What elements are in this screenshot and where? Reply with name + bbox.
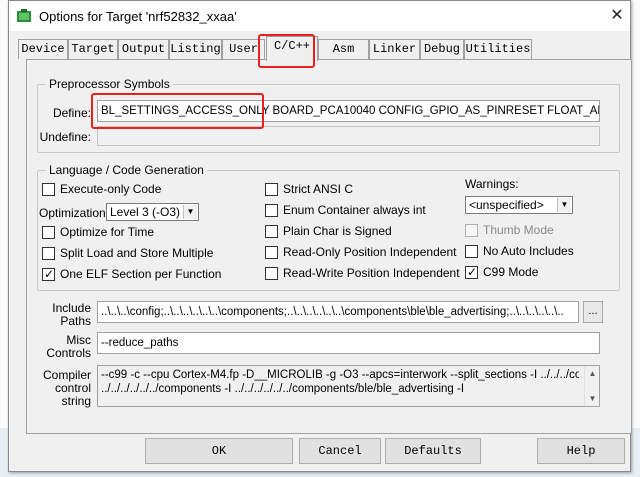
- language-group-title: Language / Code Generation: [46, 163, 207, 177]
- optimize-for-time-label: Optimize for Time: [60, 225, 155, 239]
- one-elf-section-label: One ELF Section per Function: [60, 267, 222, 281]
- warnings-label: Warnings:: [465, 177, 519, 191]
- tab-target[interactable]: Target: [68, 39, 118, 59]
- title-bar: Options for Target 'nrf52832_xxaa' ✕: [9, 1, 630, 31]
- include-paths-label-line1: Include: [52, 301, 91, 315]
- define-label: Define:: [52, 106, 91, 120]
- include-paths-label-line2: Paths: [60, 314, 91, 328]
- tab-linker[interactable]: Linker: [369, 39, 420, 59]
- tab-device[interactable]: Device: [18, 39, 68, 59]
- c99-mode-checkbox[interactable]: ✓: [465, 265, 478, 279]
- c99-mode-label: C99 Mode: [483, 265, 539, 279]
- tab-cc[interactable]: C/C++: [266, 36, 318, 61]
- plain-char-signed-label: Plain Char is Signed: [283, 224, 392, 238]
- check-icon: ✓: [467, 265, 478, 279]
- execute-only-checkbox[interactable]: [42, 183, 55, 196]
- check-icon: ✓: [44, 267, 55, 281]
- misc-controls-input[interactable]: --reduce_paths: [97, 332, 600, 354]
- ro-position-independent-checkbox[interactable]: [265, 246, 278, 259]
- include-paths-input[interactable]: ..\..\..\config;..\..\..\..\..\..\compon…: [97, 301, 579, 323]
- tab-debug[interactable]: Debug: [420, 39, 464, 59]
- cancel-button[interactable]: Cancel: [299, 438, 381, 464]
- tab-listing[interactable]: Listing: [169, 39, 222, 59]
- strict-ansi-label: Strict ANSI C: [283, 182, 354, 196]
- tab-utilities[interactable]: Utilities: [464, 39, 532, 59]
- enum-container-label: Enum Container always int: [283, 203, 426, 217]
- no-auto-includes-checkbox[interactable]: [465, 245, 478, 258]
- thumb-mode-checkbox[interactable]: [465, 224, 478, 237]
- enum-container-checkbox[interactable]: [265, 204, 278, 217]
- warnings-value: <unspecified>: [469, 198, 544, 212]
- window-title: Options for Target 'nrf52832_xxaa': [39, 9, 237, 24]
- include-paths-browse-button[interactable]: ...: [583, 301, 603, 323]
- ok-button[interactable]: OK: [145, 438, 293, 464]
- tab-user[interactable]: User: [222, 39, 265, 59]
- options-dialog: Options for Target 'nrf52832_xxaa' ✕ Dev…: [8, 0, 632, 472]
- optimization-select[interactable]: Level 3 (-O3) ▼: [106, 203, 199, 221]
- scroll-up-icon[interactable]: ▲: [585, 366, 599, 381]
- compiler-control-label-line1: Compiler: [42, 368, 91, 382]
- no-auto-includes-label: No Auto Includes: [483, 244, 574, 258]
- misc-controls-label-line1: Misc: [66, 333, 91, 347]
- split-load-store-checkbox[interactable]: [42, 247, 55, 260]
- compiler-control-line2: ../../../../../../components -I ../../..…: [101, 383, 465, 395]
- chevron-down-icon: ▼: [183, 205, 197, 219]
- strict-ansi-checkbox[interactable]: [265, 183, 278, 196]
- compiler-control-scrollbar[interactable]: ▲ ▼: [584, 366, 599, 406]
- plain-char-signed-checkbox[interactable]: [265, 225, 278, 238]
- warnings-select[interactable]: <unspecified> ▼: [465, 196, 573, 214]
- rw-position-independent-checkbox[interactable]: [265, 267, 278, 280]
- compiler-control-label-line2: control: [54, 381, 91, 395]
- compiler-control-string[interactable]: --c99 -c --cpu Cortex-M4.fp -D__MICROLIB…: [97, 365, 600, 407]
- help-button[interactable]: Help: [537, 438, 625, 464]
- compiler-control-line1: --c99 -c --cpu Cortex-M4.fp -D__MICROLIB…: [101, 369, 579, 381]
- optimization-label: Optimization:: [39, 206, 110, 220]
- cc-options-panel: Preprocessor Symbols Define: BL_SETTINGS…: [26, 59, 632, 434]
- tab-asm[interactable]: Asm: [318, 39, 369, 59]
- app-icon: [17, 9, 31, 22]
- optimization-value: Level 3 (-O3): [110, 205, 181, 219]
- optimize-for-time-checkbox[interactable]: [42, 226, 55, 239]
- define-input[interactable]: BL_SETTINGS_ACCESS_ONLY BOARD_PCA10040 C…: [97, 100, 600, 122]
- misc-controls-label-line2: Controls: [46, 346, 91, 360]
- thumb-mode-label: Thumb Mode: [483, 223, 554, 237]
- tab-output[interactable]: Output: [118, 39, 169, 59]
- undefine-input[interactable]: [97, 126, 600, 146]
- defaults-button[interactable]: Defaults: [385, 438, 481, 464]
- split-load-store-label: Split Load and Store Multiple: [60, 246, 214, 260]
- close-icon[interactable]: ✕: [607, 6, 627, 26]
- undefine-label: Undefine:: [39, 130, 91, 144]
- chevron-down-icon: ▼: [557, 198, 571, 212]
- scroll-down-icon[interactable]: ▼: [585, 391, 599, 406]
- ro-position-independent-label: Read-Only Position Independent: [283, 245, 457, 259]
- compiler-control-label-line3: string: [61, 394, 91, 408]
- one-elf-section-checkbox[interactable]: ✓: [42, 267, 55, 281]
- preprocessor-group-title: Preprocessor Symbols: [46, 77, 173, 91]
- rw-position-independent-label: Read-Write Position Independent: [283, 266, 460, 280]
- execute-only-label: Execute-only Code: [60, 182, 162, 196]
